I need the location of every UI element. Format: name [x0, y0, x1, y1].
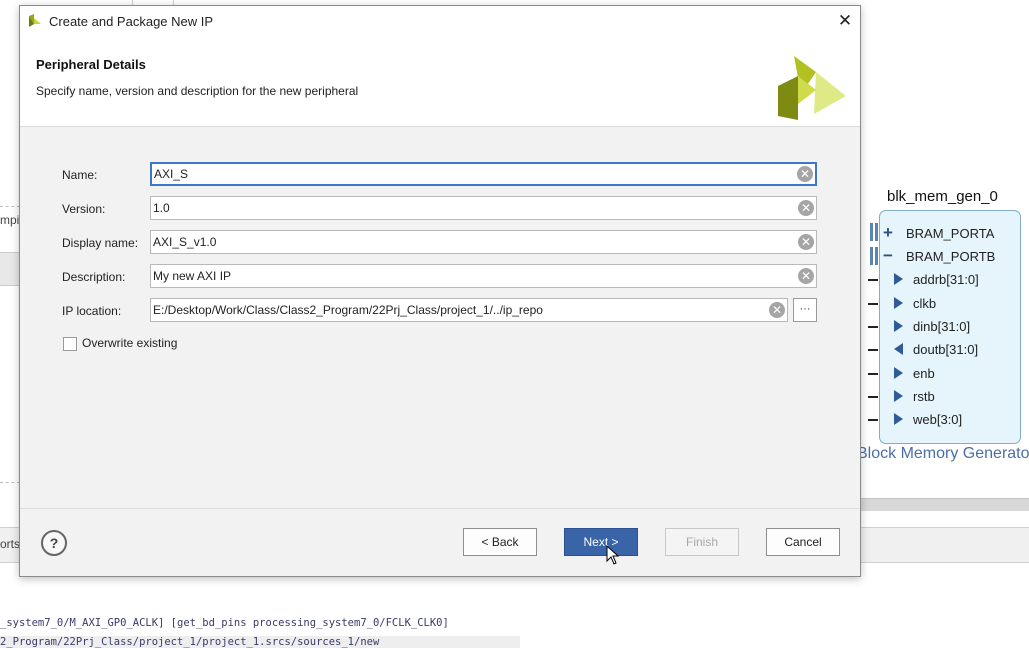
clear-icon[interactable]: ✕ [798, 234, 814, 250]
version-input[interactable] [153, 197, 783, 219]
pin-line [868, 279, 878, 281]
version-field[interactable]: ✕ [150, 196, 817, 220]
ip-location-field[interactable]: ✕ [150, 298, 788, 322]
port-addrb[interactable]: addrb[31:0] [894, 269, 979, 289]
dialog-title: Create and Package New IP [49, 14, 214, 29]
page-title: Peripheral Details [36, 57, 146, 72]
overwrite-checkbox[interactable] [63, 337, 77, 351]
port-rstb[interactable]: rstb [894, 386, 935, 406]
clear-icon[interactable]: ✕ [797, 166, 813, 182]
name-field[interactable]: ✕ [150, 162, 817, 186]
bg-left-row[interactable] [0, 252, 20, 286]
pin-line [868, 373, 878, 375]
vivado-logo-icon [29, 14, 41, 27]
canvas-scrollbar[interactable] [860, 498, 1029, 511]
port-doutb[interactable]: doutb[31:0] [894, 339, 978, 359]
tcl-console-line: 2_Program/22Prj_Class/project_1/project_… [0, 636, 520, 648]
bus-connector [870, 223, 873, 241]
pin-line [868, 396, 878, 398]
dialog-header: Peripheral Details Specify name, version… [20, 36, 860, 127]
version-label: Version: [62, 202, 106, 216]
description-field[interactable]: ✕ [150, 264, 817, 288]
page-subtitle: Specify name, version and description fo… [36, 84, 359, 98]
display-name-label: Display name: [62, 236, 139, 250]
port-dinb[interactable]: dinb[31:0] [894, 316, 970, 336]
bg-tab-fragment[interactable]: orts [0, 537, 20, 551]
input-arrow-icon [894, 297, 903, 309]
bus-connector [875, 247, 878, 265]
pin-line [868, 326, 878, 328]
output-arrow-icon [894, 343, 903, 355]
display-name-field[interactable]: ✕ [150, 230, 817, 254]
port-web[interactable]: web[3:0] [894, 409, 962, 429]
overwrite-label[interactable]: Overwrite existing [82, 336, 177, 350]
description-input[interactable] [153, 265, 783, 287]
bram-block[interactable]: + BRAM_PORTA − BRAM_PORTB addrb[31:0] cl… [868, 210, 1021, 444]
tcl-console-line: _system7_0/M_AXI_GP0_ACLK] [get_bd_pins … [0, 617, 449, 629]
description-label: Description: [62, 270, 126, 284]
close-button[interactable]: ✕ [834, 10, 856, 32]
block-instance-name: blk_mem_gen_0 [887, 188, 998, 205]
display-name-input[interactable] [153, 231, 783, 253]
footer-separator [20, 508, 860, 509]
mouse-cursor-icon [606, 545, 620, 565]
block-ip-name: Block Memory Generato [857, 445, 1029, 462]
port-clkb[interactable]: clkb [894, 293, 936, 313]
expand-plus-icon[interactable]: + [883, 223, 893, 243]
bg-separator [0, 482, 20, 483]
name-label: Name: [62, 168, 98, 182]
collapse-minus-icon[interactable]: − [883, 246, 893, 266]
finish-button: Finish [665, 528, 739, 556]
close-icon: ✕ [837, 11, 853, 30]
cancel-button[interactable]: Cancel [766, 528, 840, 556]
vivado-logo-icon [778, 56, 846, 120]
input-arrow-icon [894, 320, 903, 332]
port-enb[interactable]: enb [894, 363, 935, 383]
bus-connector [875, 223, 878, 241]
input-arrow-icon [894, 367, 903, 379]
bg-left-fragment: mpi [0, 213, 20, 227]
ip-location-label: IP location: [62, 304, 122, 318]
bus-connector [870, 247, 873, 265]
name-input[interactable] [154, 164, 784, 184]
clear-icon[interactable]: ✕ [798, 268, 814, 284]
create-package-ip-dialog: Create and Package New IP ✕ Peripheral D… [19, 5, 861, 577]
input-arrow-icon [894, 390, 903, 402]
browse-button[interactable]: ··· [793, 298, 817, 322]
ip-location-input[interactable] [153, 299, 763, 321]
help-button[interactable]: ? [41, 530, 67, 556]
pin-line [868, 419, 878, 421]
bg-separator [0, 206, 20, 207]
pin-line [868, 303, 878, 305]
clear-icon[interactable]: ✕ [798, 200, 814, 216]
input-arrow-icon [894, 413, 903, 425]
pin-line [868, 349, 878, 351]
back-button[interactable]: < Back [463, 528, 537, 556]
clear-icon[interactable]: ✕ [769, 302, 785, 318]
next-button[interactable]: Next > [564, 528, 638, 556]
input-arrow-icon [894, 273, 903, 285]
dialog-titlebar[interactable]: Create and Package New IP ✕ [20, 6, 860, 36]
